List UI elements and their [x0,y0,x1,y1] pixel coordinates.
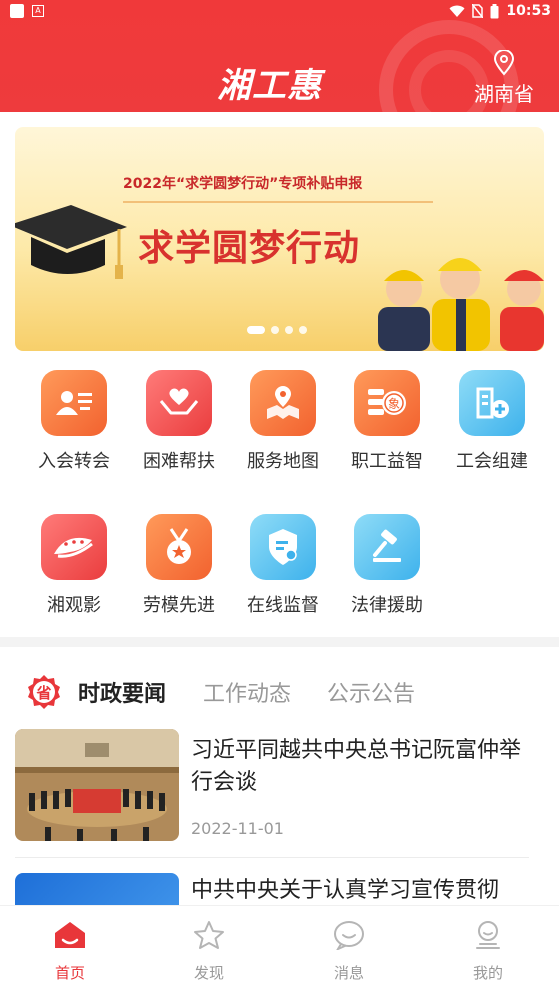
membership-card-icon [41,370,107,436]
workers-illustration [378,258,544,351]
user-icon [476,921,500,949]
app-title: 湘工惠 [217,66,322,106]
service-label: 在线监督 [247,595,319,616]
building-add-icon [459,370,525,436]
news-item[interactable]: 中共中央关于认真学习宣传贯彻 [15,873,529,905]
map-pin-icon [250,370,316,436]
heart-hands-icon [146,370,212,436]
nav-profile[interactable]: 我的 [448,920,528,983]
page-dot[interactable] [247,326,265,334]
notification-icon [10,4,24,18]
chess-icon: 象 [354,370,420,436]
banner-divider [123,201,433,203]
app-notification-icon: A [32,5,44,17]
news-item[interactable]: 习近平同越共中央总书记阮富仲举行会谈 2022-11-01 [15,729,529,844]
page-dot[interactable] [299,326,307,334]
service-label: 湘观影 [47,595,101,616]
province-badge-label: 省 [35,684,51,702]
service-legal-aid[interactable]: 法律援助 [342,514,432,617]
nav-label: 发现 [193,964,224,982]
tab-work-updates[interactable]: 工作动态 [203,676,291,708]
bottom-navigation: 首页 发现 消息 我的 [0,905,559,995]
wifi-icon [449,5,465,17]
battery-icon [490,3,499,18]
header: A 10:53 湘工惠 湖南省 [0,0,559,112]
banner-subtitle: 2022年“求学圆梦行动”专项补贴申报 [123,176,363,192]
gavel-icon [354,514,420,580]
service-label: 入会转会 [38,451,110,472]
service-model-workers[interactable]: 劳模先进 [134,514,224,617]
service-label: 劳模先进 [143,595,215,616]
service-supervision[interactable]: 在线监督 [238,514,328,617]
service-label: 法律援助 [351,595,423,616]
nav-label: 我的 [472,964,503,982]
banner-title: 求学圆梦行动 [138,228,361,269]
chat-bubble-icon [334,921,364,950]
clock: 10:53 [506,3,551,19]
nav-label: 消息 [333,964,364,982]
service-label: 服务地图 [247,451,319,472]
home-screen: A 10:53 湘工惠 湖南省 2022年“求学圆梦行动”专项补贴申报 求学圆梦… [0,0,559,995]
service-union-build[interactable]: 工会组建 [447,370,537,473]
location-selector[interactable]: 湖南省 [471,50,537,107]
news-thumbnail [15,729,179,841]
news-title: 中共中央关于认真学习宣传贯彻 [191,878,500,903]
nav-label: 首页 [54,964,85,982]
page-dot[interactable] [285,326,293,334]
nav-discover[interactable]: 发现 [169,920,249,983]
no-sim-icon [472,4,484,18]
medal-icon [146,514,212,580]
status-bar: A 10:53 [0,0,559,24]
graduation-cap-icon [15,205,127,279]
service-hardship-aid[interactable]: 困难帮扶 [134,370,224,473]
news-date: 2022-11-01 [191,819,284,838]
nav-messages[interactable]: 消息 [309,920,389,983]
banner-pagination [247,326,307,334]
news-title: 习近平同越共中央总书记阮富仲举行会谈 [191,738,522,795]
location-label: 湖南省 [474,82,534,106]
location-pin-icon [493,50,515,76]
service-label: 职工益智 [351,451,423,472]
svg-text:象: 象 [388,397,400,411]
service-puzzle[interactable]: 象 职工益智 [342,370,432,473]
promo-banner[interactable]: 2022年“求学圆梦行动”专项补贴申报 求学圆梦行动 [15,127,544,351]
shield-icon [250,514,316,580]
list-divider [15,857,529,858]
nav-home[interactable]: 首页 [30,920,110,983]
home-icon [55,922,85,948]
tab-politics[interactable]: 时政要闻 [78,676,166,708]
service-map[interactable]: 服务地图 [238,370,328,473]
service-label: 困难帮扶 [143,451,215,472]
star-icon [194,921,224,949]
province-badge-icon: 省 [28,675,60,709]
tab-announcements[interactable]: 公示公告 [327,676,415,708]
page-dot[interactable] [271,326,279,334]
service-label: 工会组建 [456,451,528,472]
film-icon [41,514,107,580]
section-divider [0,637,559,647]
service-membership[interactable]: 入会转会 [29,370,119,473]
news-thumbnail [15,873,179,905]
service-movies[interactable]: 湘观影 [29,514,119,617]
